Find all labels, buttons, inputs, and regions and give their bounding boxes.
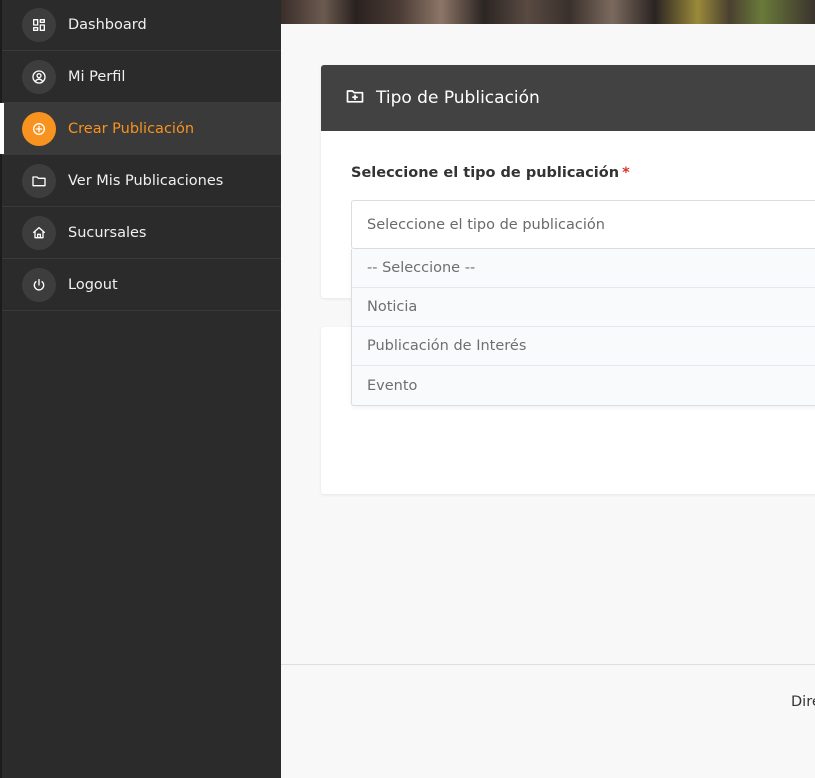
sidebar-item-label: Ver Mis Publicaciones xyxy=(68,172,224,189)
field-label: Seleccione el tipo de publicación * xyxy=(351,165,630,181)
sidebar-item-crear-publicacion[interactable]: Crear Publicación xyxy=(0,103,281,155)
footer-text: Dire xyxy=(791,694,815,710)
dropdown-option-noticia[interactable]: Noticia xyxy=(352,288,815,327)
plus-circle-icon xyxy=(22,111,56,146)
sidebar-item-mi-perfil[interactable]: Mi Perfil xyxy=(2,51,281,103)
folder-icon xyxy=(22,163,56,198)
publication-type-dropdown: -- Seleccione -- Noticia Publicación de … xyxy=(351,249,815,406)
folder-plus-icon xyxy=(345,86,365,110)
dashboard-icon xyxy=(22,8,56,42)
sidebar-item-ver-mis-publicaciones[interactable]: Ver Mis Publicaciones xyxy=(2,155,281,207)
card-title: Tipo de Publicación xyxy=(376,88,540,108)
required-mark: * xyxy=(622,165,630,181)
dropdown-option-publicacion-interes[interactable]: Publicación de Interés xyxy=(352,327,815,366)
sidebar-item-label: Sucursales xyxy=(68,224,147,241)
sidebar-item-label: Logout xyxy=(68,276,118,293)
sidebar-item-label: Crear Publicación xyxy=(68,120,195,137)
dropdown-option-evento[interactable]: Evento xyxy=(352,366,815,405)
header-banner-image xyxy=(281,0,815,24)
footer: Dire xyxy=(281,664,815,778)
home-icon xyxy=(22,215,56,250)
user-circle-icon xyxy=(22,59,56,94)
sidebar-item-logout[interactable]: Logout xyxy=(2,259,281,311)
sidebar-item-dashboard[interactable]: Dashboard xyxy=(2,0,281,51)
sidebar-item-label: Mi Perfil xyxy=(68,68,126,85)
publication-type-select[interactable]: Seleccione el tipo de publicación xyxy=(351,200,815,249)
sidebar-item-sucursales[interactable]: Sucursales xyxy=(2,207,281,259)
sidebar: Dashboard Mi Perfil Crear Publicación Ve… xyxy=(0,0,281,778)
power-icon xyxy=(22,267,56,302)
card-header: Tipo de Publicación xyxy=(321,65,815,131)
dropdown-option-seleccione[interactable]: -- Seleccione -- xyxy=(352,249,815,288)
sidebar-item-label: Dashboard xyxy=(68,17,147,33)
select-value: Seleccione el tipo de publicación xyxy=(367,216,605,233)
